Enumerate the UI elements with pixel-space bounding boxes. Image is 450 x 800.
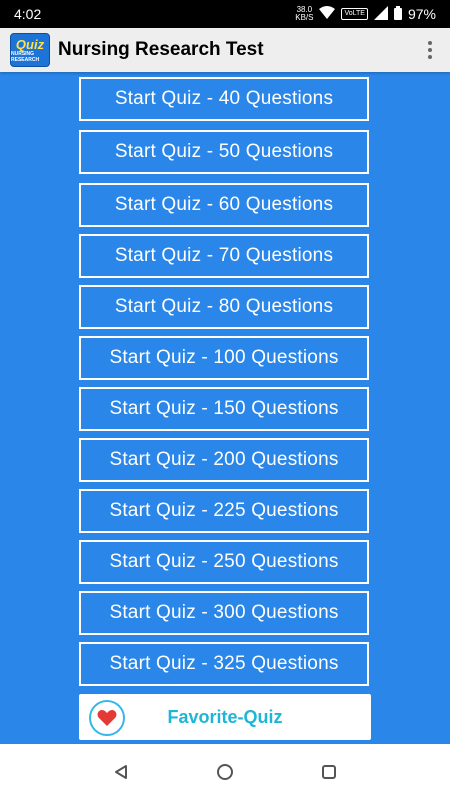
status-time: 4:02 xyxy=(14,6,42,22)
quiz-button-225[interactable]: Start Quiz - 225 Questions xyxy=(79,489,369,533)
quiz-button-40[interactable]: Start Quiz - 40 Questions xyxy=(79,77,369,121)
quiz-button-200[interactable]: Start Quiz - 200 Questions xyxy=(79,438,369,482)
quiz-button-250[interactable]: Start Quiz - 250 Questions xyxy=(79,540,369,584)
battery-icon xyxy=(393,5,402,23)
app-logo-subtext: NURSING RESEARCH xyxy=(11,50,40,63)
quiz-button-325[interactable]: Start Quiz - 325 Questions xyxy=(79,642,369,686)
app-logo-text: Quiz xyxy=(15,36,45,52)
app-title: Nursing Research Test xyxy=(58,39,264,60)
home-icon[interactable] xyxy=(213,760,237,784)
quiz-button-70[interactable]: Start Quiz - 70 Questions xyxy=(79,234,369,278)
system-nav-bar xyxy=(0,744,450,800)
quiz-button-150[interactable]: Start Quiz - 150 Questions xyxy=(79,387,369,431)
battery-percent: 97% xyxy=(407,6,436,22)
back-icon[interactable] xyxy=(109,760,133,784)
quiz-button-300[interactable]: Start Quiz - 300 Questions xyxy=(79,591,369,635)
status-icons: 38.0 KB/S VoLTE 97% xyxy=(295,5,436,23)
quiz-button-60[interactable]: Start Quiz - 60 Questions xyxy=(79,183,369,227)
heart-icon xyxy=(89,700,125,736)
network-speed-unit: KB/S xyxy=(295,13,314,22)
favorite-quiz-button[interactable]: Favorite-Quiz xyxy=(79,694,371,740)
quiz-button-80[interactable]: Start Quiz - 80 Questions xyxy=(79,285,369,329)
recents-icon[interactable] xyxy=(317,760,341,784)
quiz-button-100[interactable]: Start Quiz - 100 Questions xyxy=(79,336,369,380)
wifi-icon xyxy=(319,5,336,23)
network-speed: 38.0 KB/S xyxy=(295,6,313,22)
quiz-list: Start Quiz - 40 Questions Start Quiz - 5… xyxy=(0,72,450,744)
status-bar: 4:02 38.0 KB/S VoLTE 97% xyxy=(0,0,450,28)
overflow-menu-icon[interactable] xyxy=(420,38,440,62)
volte-badge: VoLTE xyxy=(341,8,368,20)
app-bar: Quiz NURSING RESEARCH Nursing Research T… xyxy=(0,28,450,72)
signal-icon xyxy=(373,5,388,23)
app-logo: Quiz NURSING RESEARCH xyxy=(10,33,50,67)
quiz-button-50[interactable]: Start Quiz - 50 Questions xyxy=(79,130,369,174)
